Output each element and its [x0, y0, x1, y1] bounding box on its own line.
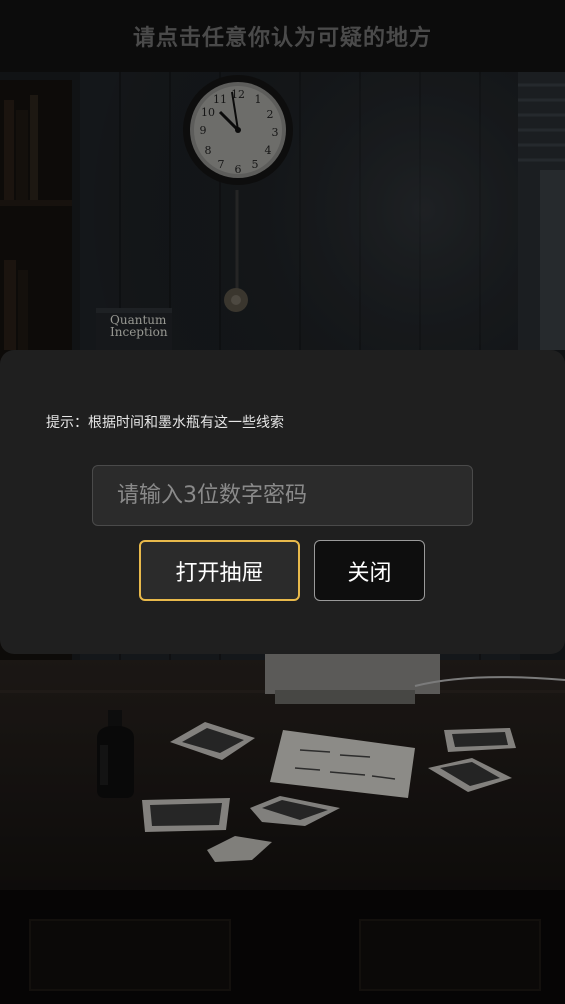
drawer-password-dialog: 提示：根据时间和墨水瓶有这一些线索 打开抽屉 关闭 [0, 350, 565, 654]
page-title: 请点击任意你认为可疑的地方 [132, 26, 432, 51]
hint-text: 提示：根据时间和墨水瓶有这一些线索 [46, 415, 284, 431]
close-button[interactable]: 关闭 [314, 540, 425, 601]
password-input[interactable] [92, 465, 473, 526]
book-title-text: Quantum Inception [110, 313, 168, 339]
header: 请点击任意你认为可疑的地方 [0, 0, 565, 72]
open-drawer-button[interactable]: 打开抽屉 [139, 540, 300, 601]
